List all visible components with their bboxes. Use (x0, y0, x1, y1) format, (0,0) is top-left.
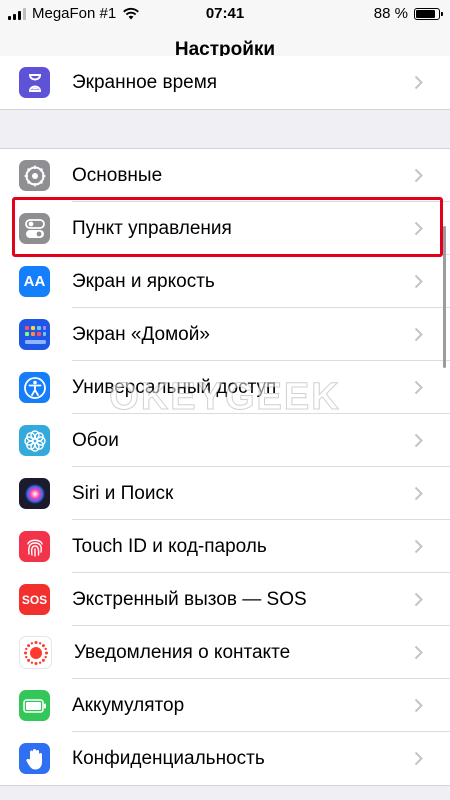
settings-row-label: Универсальный доступ (72, 376, 277, 398)
chevron-right-icon (414, 592, 430, 607)
settings-row[interactable]: SOS Экстренный вызов — SOS (0, 573, 450, 626)
highlight-box (12, 197, 443, 257)
chevron-right-icon (414, 168, 430, 183)
settings-row-label: Siri и Поиск (72, 482, 174, 504)
settings-row-label: Touch ID и код-пароль (72, 535, 267, 557)
status-bar: MegaFon #1 07:41 88 % (0, 0, 450, 28)
hand-icon (19, 743, 50, 774)
chevron-right-icon (414, 486, 430, 501)
settings-row-label: Экранное время (72, 71, 218, 93)
battery-icon (414, 7, 443, 20)
sos-icon: SOS (19, 584, 50, 615)
settings-row[interactable]: Уведомления о контакте (0, 626, 450, 679)
hourglass-icon (19, 67, 50, 98)
settings-row[interactable]: Обои (0, 414, 450, 467)
scroll-indicator[interactable] (443, 226, 446, 368)
chevron-right-icon (414, 433, 430, 448)
accessibility-icon (19, 372, 50, 403)
settings-row-label: Обои (72, 429, 119, 451)
exposure-icon (19, 636, 52, 669)
battery-icon (19, 690, 50, 721)
status-right: 88 % (373, 5, 443, 22)
settings-row[interactable]: AA Экран и яркость (0, 255, 450, 308)
gear-icon (19, 160, 50, 191)
settings-row-label: Конфиденциальность (72, 747, 265, 769)
settings-row[interactable]: Основные (0, 149, 450, 202)
chevron-right-icon (414, 75, 430, 90)
siri-icon (19, 478, 50, 509)
text-size-icon: AA (19, 266, 50, 297)
settings-row-label: Экран «Домой» (72, 323, 210, 345)
settings-row[interactable]: Аккумулятор (0, 679, 450, 732)
flower-icon (19, 425, 50, 456)
chevron-right-icon (414, 380, 430, 395)
settings-row-label: Экстренный вызов — SOS (72, 588, 307, 610)
chevron-right-icon (414, 645, 430, 660)
settings-row[interactable]: Конфиденциальность (0, 732, 450, 785)
battery-percent: 88 % (373, 5, 408, 22)
settings-row[interactable]: Touch ID и код-пароль (0, 520, 450, 573)
chevron-right-icon (414, 698, 430, 713)
chevron-right-icon (414, 751, 430, 766)
chevron-right-icon (414, 327, 430, 342)
fingerprint-icon (19, 531, 50, 562)
settings-row-screen-time[interactable]: Экранное время (0, 56, 450, 109)
chevron-right-icon (414, 539, 430, 554)
settings-row[interactable]: Siri и Поиск (0, 467, 450, 520)
settings-row-label: Экран и яркость (72, 270, 215, 292)
settings-row[interactable]: Универсальный доступ (0, 361, 450, 414)
settings-row-label: Аккумулятор (72, 694, 185, 716)
settings-row[interactable]: Экран «Домой» (0, 308, 450, 361)
chevron-right-icon (414, 274, 430, 289)
settings-group-top: Экранное время (0, 56, 450, 110)
settings-row-label: Уведомления о контакте (74, 641, 291, 663)
settings-row-label: Основные (72, 164, 163, 186)
app-grid-icon (19, 319, 50, 350)
